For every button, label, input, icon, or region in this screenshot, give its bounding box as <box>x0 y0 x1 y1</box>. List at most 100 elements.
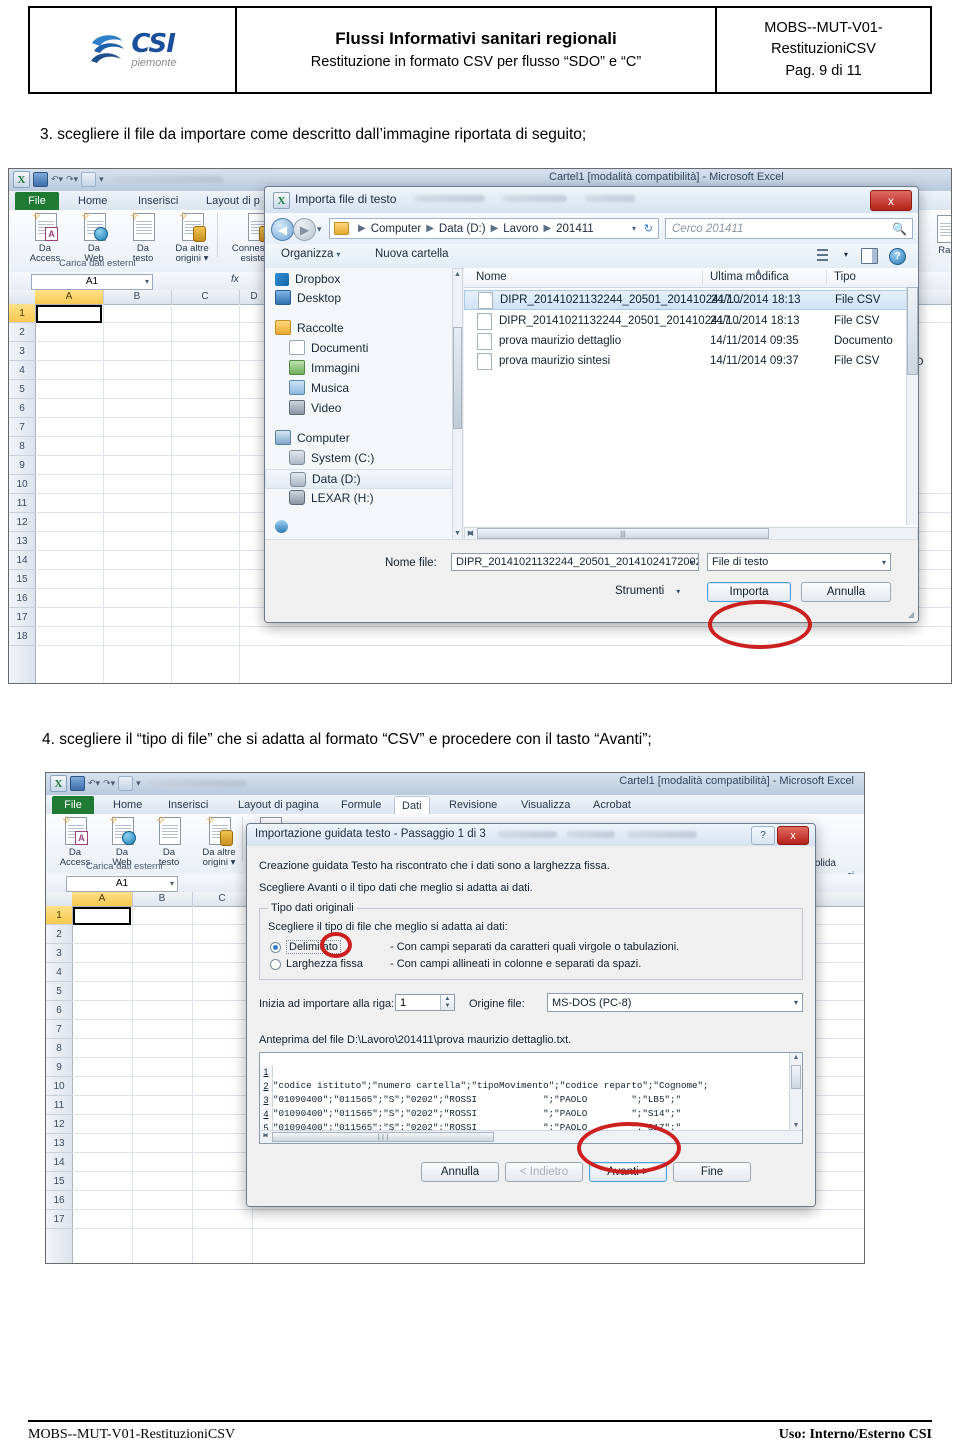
redo-icon-2[interactable]: ↷▾ <box>103 778 115 789</box>
refresh-icon[interactable]: ↻ <box>644 222 653 235</box>
file-row-2[interactable]: DIPR_20141021132244_20501_2014102417... … <box>464 311 918 331</box>
ribbon-btn-da-access-1[interactable]: ✧ A Da Access <box>23 210 67 265</box>
preview-h-scroll-thumb[interactable]: ||| <box>272 1132 494 1142</box>
view-dropdown-icon[interactable]: ▾ <box>844 250 848 259</box>
chevron-down-icon[interactable]: ▾ <box>794 998 798 1007</box>
row-header-16[interactable]: 16 <box>46 1191 72 1210</box>
tab-formule-2[interactable]: Formule <box>334 796 388 814</box>
chevron-down-icon[interactable]: ▾ <box>882 558 886 567</box>
column-ultima-modifica[interactable]: Ultima modifica <box>710 271 789 283</box>
radio-delimitato[interactable] <box>270 942 281 953</box>
back-icon[interactable]: ◀ <box>271 218 294 241</box>
scroll-up-icon[interactable]: ▲ <box>453 269 462 280</box>
nav-item-documenti[interactable]: Documenti <box>289 340 368 355</box>
wizard-close-button[interactable]: x <box>777 826 809 845</box>
tools-button[interactable]: Strumenti ▾ <box>615 585 680 597</box>
breadcrumb-data-d[interactable]: Data (D:) <box>439 223 486 235</box>
file-row-1[interactable]: DIPR_20141021132244_20501_2014102417... … <box>464 290 918 310</box>
row-header-5[interactable]: 5 <box>9 380 35 399</box>
column-header-a-2[interactable]: A <box>72 892 133 906</box>
row-header-3[interactable]: 3 <box>9 342 35 361</box>
preview-horizontal-scrollbar[interactable]: ◀ ||| ▶ <box>260 1130 802 1143</box>
scroll-down-icon[interactable]: ▼ <box>453 528 462 539</box>
nav-item-dropbox[interactable]: Dropbox <box>275 272 340 286</box>
column-header-c-1[interactable]: C <box>171 290 240 304</box>
row-header-9[interactable]: 9 <box>9 456 35 475</box>
file-row-4[interactable]: prova maurizio sintesi 14/11/2014 09:37 … <box>464 351 918 371</box>
undo-icon-2[interactable]: ↶▾ <box>88 778 100 789</box>
filename-combobox[interactable]: DIPR_20141021132244_20501_20141024172002… <box>451 553 699 571</box>
row-header-11[interactable]: 11 <box>9 494 35 513</box>
row-header-6[interactable]: 6 <box>9 399 35 418</box>
row-header-2[interactable]: 2 <box>46 925 72 944</box>
column-header-b-2[interactable]: B <box>132 892 193 906</box>
customize-qat-icon-1[interactable]: ▾ <box>99 174 104 185</box>
row-header-4[interactable]: 4 <box>46 963 72 982</box>
file-list-pane[interactable]: Nome Ultima modifica Tipo ▲ DIPR_2014102… <box>464 268 918 540</box>
row-header-14[interactable]: 14 <box>46 1153 72 1172</box>
row-header-9[interactable]: 9 <box>46 1058 72 1077</box>
save-icon-2[interactable] <box>70 776 85 791</box>
wizard-cancel-button[interactable]: Annulla <box>421 1162 499 1182</box>
customize-qat-icon-2[interactable]: ▾ <box>136 778 141 789</box>
start-row-spinner[interactable]: 1 ▲ ▼ <box>395 994 455 1011</box>
import-text-file-dialog[interactable]: X Importa file di testo x ◀ ▶ ▾ ▶ Compute… <box>264 186 919 623</box>
row-header-4[interactable]: 4 <box>9 361 35 380</box>
tab-visualizza-2[interactable]: Visualizza <box>514 796 577 814</box>
column-header-a-1[interactable]: A <box>35 290 104 304</box>
organize-button[interactable]: Organizza ▾ <box>281 248 340 260</box>
column-header-b-1[interactable]: B <box>103 290 172 304</box>
row-header-10[interactable]: 10 <box>46 1077 72 1096</box>
breadcrumb-computer[interactable]: Computer <box>371 223 422 235</box>
wizard-finish-button[interactable]: Fine <box>673 1162 751 1182</box>
chevron-down-icon[interactable]: ▾ <box>690 558 694 567</box>
file-preview-box[interactable]: 1 "codice istituto";"numero cartella";"t… <box>259 1052 803 1144</box>
nav-item-system-c[interactable]: System (C:) <box>289 450 374 465</box>
preview-scroll-thumb[interactable] <box>791 1065 801 1089</box>
row-header-12[interactable]: 12 <box>46 1115 72 1134</box>
nav-item-data-d[interactable]: Data (D:) <box>265 469 462 489</box>
redo-icon-1[interactable]: ↷▾ <box>66 174 78 185</box>
navigation-pane-scrollbar[interactable]: ▲ ▼ <box>452 268 463 540</box>
preview-pane-icon[interactable] <box>861 248 878 264</box>
row-header-15[interactable]: 15 <box>9 570 35 589</box>
breadcrumb-lavoro[interactable]: Lavoro <box>503 223 538 235</box>
search-input[interactable]: Cerco 201411 🔍 <box>665 218 913 239</box>
tab-acrobat-2[interactable]: Acrobat <box>586 796 638 814</box>
ribbon-btn-da-testo-1[interactable]: ✧ Da testo <box>121 210 165 265</box>
row-header-14[interactable]: 14 <box>9 551 35 570</box>
undo-icon-1[interactable]: ↶▾ <box>51 174 63 185</box>
spinner-arrows-icon[interactable]: ▲ ▼ <box>440 995 454 1010</box>
name-box-caret-icon-1[interactable]: ▾ <box>145 275 149 289</box>
tab-layout-1[interactable]: Layout di p <box>199 192 267 210</box>
file-list-scroll-thumb[interactable] <box>907 287 918 375</box>
file-row-3[interactable]: prova maurizio dettaglio 14/11/2014 09:3… <box>464 331 918 351</box>
row-header-5[interactable]: 5 <box>46 982 72 1001</box>
radio-larghezza-fissa[interactable] <box>270 959 281 970</box>
name-box-1[interactable]: A1 ▾ <box>31 274 153 290</box>
nav-item-immagini[interactable]: Immagini <box>289 360 360 375</box>
nav-item-raccolte[interactable]: Raccolte <box>275 320 344 335</box>
tab-home-2[interactable]: Home <box>106 796 149 814</box>
scroll-right-icon[interactable]: ▶ <box>465 528 476 539</box>
row-header-13[interactable]: 13 <box>46 1134 72 1153</box>
text-import-wizard-dialog[interactable]: Importazione guidata testo - Passaggio 1… <box>246 823 816 1207</box>
row-header-17[interactable]: 17 <box>46 1210 72 1229</box>
fx-icon-1[interactable]: fx <box>231 274 239 285</box>
breadcrumb-dropdown-icon[interactable]: ▾ <box>632 224 636 233</box>
row-header-7[interactable]: 7 <box>46 1020 72 1039</box>
row-header-2[interactable]: 2 <box>9 323 35 342</box>
view-mode-icon[interactable] <box>817 249 832 262</box>
dialog-close-button[interactable]: x <box>870 190 912 211</box>
quick-print-icon-2[interactable] <box>118 776 134 791</box>
row-header-13[interactable]: 13 <box>9 532 35 551</box>
tab-inserisci-2[interactable]: Inserisci <box>161 796 215 814</box>
tab-revisione-2[interactable]: Revisione <box>442 796 504 814</box>
horizontal-scroll-thumb[interactable]: ||| <box>477 528 769 539</box>
breadcrumb-201411[interactable]: 201411 <box>556 223 594 235</box>
nav-item-lexar-h[interactable]: LEXAR (H:) <box>289 490 374 505</box>
ribbon-btn-da-web-1[interactable]: ✧ Da Web <box>72 210 116 265</box>
row-header-18[interactable]: 18 <box>9 627 35 646</box>
row-header-12[interactable]: 12 <box>9 513 35 532</box>
row-header-1[interactable]: 1 <box>46 906 72 925</box>
